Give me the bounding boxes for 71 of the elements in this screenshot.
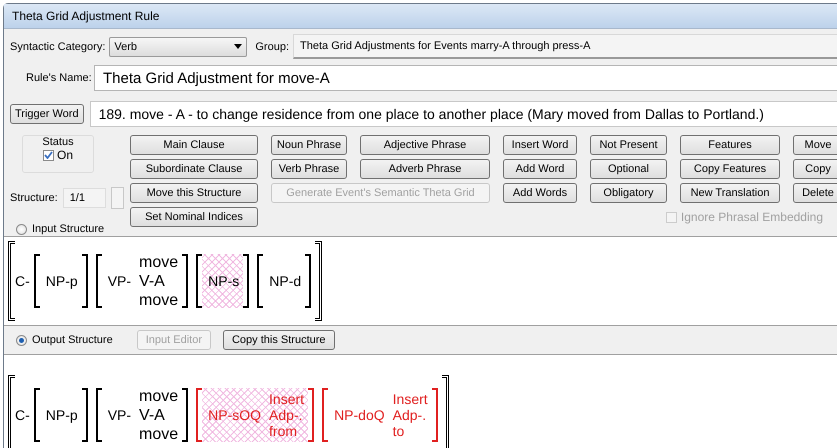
word-label: Insert: [392, 391, 428, 407]
phrase-label: VP-: [108, 273, 132, 289]
dropdown-arrow-icon: [234, 44, 242, 49]
closing-bracket: [432, 388, 438, 442]
command-button[interactable]: Adverb Phrase: [360, 159, 490, 179]
field-label: Group:: [255, 40, 290, 52]
command-button[interactable]: Copy: [793, 159, 837, 179]
clause-label: C-: [15, 273, 30, 289]
command-button[interactable]: Main Clause: [130, 135, 258, 155]
command-button[interactable]: Adjective Phrase: [360, 135, 490, 155]
checkbox-label: Ignore Phrasal Embedding: [680, 210, 823, 224]
radio-button[interactable]: [16, 334, 27, 346]
command-button[interactable]: Move this Structure: [130, 183, 258, 203]
word-label: move: [139, 424, 178, 444]
phrase-label: NP-doQ: [334, 407, 385, 423]
command-button[interactable]: Delete: [793, 183, 837, 203]
word-label: Insert: [269, 391, 304, 407]
category-dropdown[interactable]: Verb: [109, 36, 248, 56]
phrase-label: VP-: [108, 407, 132, 423]
command-button[interactable]: Add Word: [503, 159, 577, 179]
field-label: Syntactic Category:: [10, 40, 106, 52]
closing-bracket: [308, 388, 314, 442]
field-label: Rule's Name:: [25, 72, 90, 84]
rule-name-field[interactable]: Theta Grid Adjustment for move-A: [94, 65, 837, 91]
trigger-word-dropdown[interactable]: 189. move - A - to change residence from one place to another place (Mary moved from Dallas to Portland.): [90, 101, 837, 127]
word-label: V-A: [139, 272, 166, 290]
phrase-label: NP-s: [208, 273, 240, 289]
phrase-label: NP-p: [46, 407, 78, 423]
closing-bracket: [82, 388, 88, 442]
word-label: from: [269, 423, 298, 439]
phrase-label: NP-p: [46, 273, 78, 289]
phrase-label: NP-sOQ: [208, 407, 262, 423]
word-label: Adp-.: [269, 407, 304, 423]
word-label: move: [139, 386, 178, 406]
closing-bracket: [182, 254, 188, 308]
closing-bracket: [82, 254, 88, 308]
command-button[interactable]: Noun Phrase: [271, 135, 347, 155]
group-field: Theta Grid Adjustments for Events marry-A through press-A: [293, 34, 837, 59]
command-button[interactable]: Copy this Structure: [222, 330, 335, 350]
word-label: to: [392, 423, 406, 439]
phrase-label: NP-d: [269, 273, 302, 289]
word-label: move: [139, 290, 178, 310]
command-button[interactable]: Features: [680, 135, 780, 155]
command-button[interactable]: Subordinate Clause: [130, 159, 258, 179]
checkbox[interactable]: [42, 150, 54, 160]
radio-label: Input Structure: [32, 223, 104, 235]
closing-bracket: [305, 254, 312, 308]
clause-label: C-: [15, 407, 30, 423]
checkbox-label: On: [56, 148, 73, 162]
word-label: move: [139, 252, 178, 272]
trigger-word-button[interactable]: Trigger Word: [10, 104, 84, 124]
command-button[interactable]: Optional: [590, 159, 667, 179]
word-label: Adp-.: [392, 407, 428, 423]
command-button[interactable]: Set Nominal Indices: [130, 207, 258, 227]
command-button[interactable]: Not Present: [590, 135, 667, 155]
group-title: Status: [42, 136, 74, 148]
field-label: Structure:: [10, 192, 58, 204]
command-button[interactable]: New Translation: [680, 183, 780, 203]
command-button[interactable]: Move: [793, 135, 837, 155]
word-label: V-A: [139, 406, 166, 424]
command-button[interactable]: Obligatory: [590, 183, 667, 203]
radio-label: Output Structure: [32, 334, 113, 346]
window-title: Theta Grid Adjustment Rule: [4, 4, 837, 29]
closing-bracket: [243, 254, 250, 308]
command-button[interactable]: Add Words: [503, 183, 577, 203]
structure-field: 1/1: [62, 188, 106, 208]
closing-bracket: [182, 388, 188, 442]
command-button[interactable]: Verb Phrase: [271, 159, 347, 179]
command-button[interactable]: Insert Word: [503, 135, 577, 155]
command-button[interactable]: Copy Features: [680, 159, 780, 179]
radio-button[interactable]: [16, 224, 27, 234]
